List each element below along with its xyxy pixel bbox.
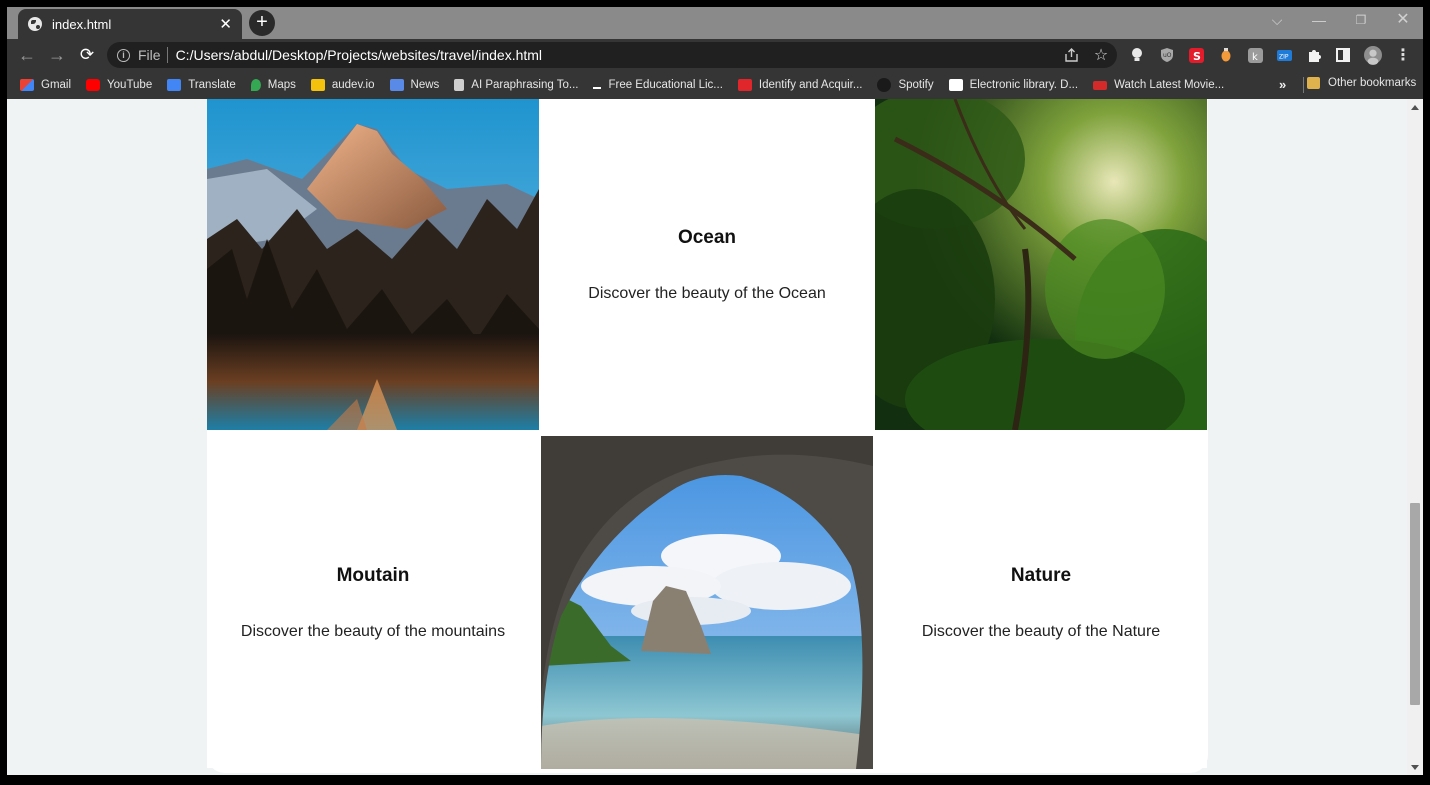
share-icon[interactable] — [1062, 46, 1080, 64]
gmail-icon — [20, 79, 34, 91]
bookmarks-bar: Gmail YouTube Translate Maps audev.io Ne… — [7, 71, 1423, 99]
bookmark-label: Maps — [267, 79, 296, 91]
destination-grid: Ocean Discover the beauty of the Ocean M… — [207, 99, 1208, 773]
sea-cave-beach-photo — [541, 436, 873, 769]
bookmark-spotify[interactable]: Spotify — [877, 78, 934, 92]
movie-icon — [1093, 80, 1108, 90]
lightbulb-extension-icon[interactable] — [1128, 46, 1146, 64]
other-bookmarks-label: Other bookmarks — [1328, 77, 1417, 89]
profile-avatar[interactable] — [1364, 46, 1382, 65]
identify-icon — [737, 79, 752, 91]
bookmark-label: Gmail — [41, 79, 72, 91]
honey-extension-icon[interactable] — [1217, 46, 1235, 64]
minimize-button[interactable]: — — [1299, 7, 1339, 33]
page-viewport: Ocean Discover the beauty of the Ocean M… — [7, 99, 1423, 775]
card-description: Discover the beauty of the Ocean — [588, 284, 826, 302]
tab-search-button[interactable]: ⌵ — [1257, 7, 1297, 33]
bookmark-label: audev.io — [331, 79, 375, 91]
folder-icon — [1307, 77, 1320, 89]
bookmarks-overflow-button[interactable]: » — [1279, 77, 1286, 92]
info-icon[interactable]: i — [117, 48, 130, 62]
bookmark-maps[interactable]: Maps — [250, 79, 296, 91]
translate-icon — [167, 79, 182, 91]
mountain-card[interactable]: Moutain Discover the beauty of the mount… — [207, 437, 539, 768]
card-description: Discover the beauty of the mountains — [240, 622, 506, 640]
scroll-down-arrow-icon[interactable] — [1411, 765, 1419, 770]
bookmarks-divider — [1303, 77, 1304, 93]
card-description: Discover the beauty of the Nature — [921, 622, 1161, 640]
browser-toolbar: ← → ⟳ i File C:/Users/abdul/Desktop/Proj… — [7, 39, 1423, 71]
bookmark-label: Free Educational Lic... — [608, 79, 723, 91]
bookmark-free-educational[interactable]: Free Educational Lic... — [593, 79, 723, 91]
reload-button[interactable]: ⟳ — [75, 43, 99, 67]
s-extension-icon[interactable]: S — [1187, 46, 1205, 64]
forest-photo — [875, 99, 1207, 430]
svg-text:ZIP: ZIP — [1279, 53, 1289, 60]
back-button[interactable]: ← — [15, 43, 39, 67]
title-bar: index.html ✕ + ⌵ — ❐ ✕ — [7, 7, 1423, 39]
bookmark-ai-paraphrasing[interactable]: AI Paraphrasing To... — [454, 79, 578, 91]
address-bar[interactable]: i File C:/Users/abdul/Desktop/Projects/w… — [107, 42, 1117, 68]
address-divider — [166, 47, 168, 63]
spotify-icon — [877, 78, 892, 92]
globe-icon — [28, 17, 42, 31]
card-title: Nature — [1010, 564, 1072, 586]
vertical-scrollbar[interactable] — [1407, 99, 1423, 775]
underscore-icon — [593, 81, 602, 89]
quill-icon — [454, 79, 465, 91]
ocean-card[interactable]: Ocean Discover the beauty of the Ocean — [541, 99, 873, 430]
bookmark-label: Identify and Acquir... — [758, 79, 863, 91]
card-title: Ocean — [677, 226, 737, 248]
card-title: Moutain — [336, 564, 410, 586]
restore-button[interactable]: ❐ — [1341, 7, 1381, 33]
bookmark-translate[interactable]: Translate — [167, 79, 236, 91]
browser-tab[interactable]: index.html ✕ — [18, 9, 242, 39]
bookmark-label: Watch Latest Movie... — [1114, 79, 1225, 91]
forward-button[interactable]: → — [45, 43, 69, 67]
scrollbar-thumb[interactable] — [1410, 503, 1420, 705]
audev-icon — [310, 79, 325, 91]
youtube-icon — [86, 79, 101, 91]
tab-title: index.html — [52, 16, 112, 32]
bookmark-electronic-library[interactable]: Electronic library. D... — [948, 79, 1079, 91]
svg-text:k: k — [1252, 52, 1258, 63]
bookmark-star-icon[interactable]: ☆ — [1092, 46, 1110, 64]
svg-text:uO: uO — [1163, 52, 1172, 59]
nature-card[interactable]: Nature Discover the beauty of the Nature — [875, 437, 1207, 768]
ublock-extension-icon[interactable]: uO — [1158, 46, 1176, 64]
maps-pin-icon — [250, 79, 261, 91]
bookmark-label: News — [410, 79, 440, 91]
scroll-up-arrow-icon[interactable] — [1411, 105, 1419, 110]
bookmark-label: Electronic library. D... — [969, 79, 1079, 91]
bookmark-gmail[interactable]: Gmail — [20, 79, 71, 91]
bookmark-label: Spotify — [898, 79, 934, 91]
new-tab-button[interactable]: + — [249, 10, 275, 36]
news-icon — [389, 79, 404, 91]
svg-text:S: S — [1193, 50, 1201, 63]
bookmark-label: YouTube — [107, 79, 153, 91]
side-panel-icon[interactable] — [1334, 46, 1352, 64]
tab-close-button[interactable]: ✕ — [219, 17, 232, 32]
url-text[interactable]: C:/Users/abdul/Desktop/Projects/websites… — [176, 47, 542, 63]
bookmark-news[interactable]: News — [389, 79, 440, 91]
window-bottom-edge — [0, 775, 1430, 785]
bookmark-identify[interactable]: Identify and Acquir... — [737, 79, 863, 91]
other-bookmarks[interactable]: Other bookmarks — [1307, 77, 1416, 89]
k-extension-icon[interactable]: k — [1246, 46, 1264, 64]
close-window-button[interactable]: ✕ — [1383, 7, 1423, 33]
v-logo-icon — [948, 79, 963, 91]
extensions-puzzle-icon[interactable] — [1305, 46, 1323, 64]
zip-extension-icon[interactable]: ZIP — [1275, 46, 1293, 64]
bookmark-label: Translate — [188, 79, 236, 91]
mountain-lake-photo — [207, 99, 539, 430]
bookmark-audev[interactable]: audev.io — [310, 79, 375, 91]
scheme-label: File — [138, 47, 161, 63]
bookmark-label: AI Paraphrasing To... — [471, 79, 579, 91]
bookmark-youtube[interactable]: YouTube — [86, 79, 152, 91]
menu-kebab-icon[interactable]: ⋮ — [1394, 46, 1412, 64]
bookmark-watch-movies[interactable]: Watch Latest Movie... — [1093, 79, 1224, 91]
